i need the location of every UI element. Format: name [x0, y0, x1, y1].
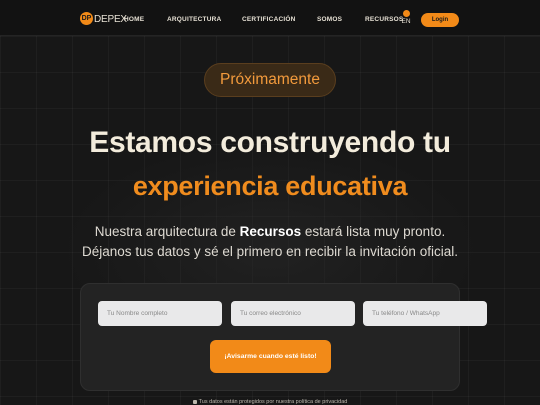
signup-form-card: Tu Nombre completo Tu correo electrónico…: [80, 283, 487, 391]
email-input[interactable]: Tu correo electrónico: [231, 301, 355, 326]
coming-soon-badge: Próximamente: [204, 63, 336, 97]
language-flag-icon: [402, 10, 410, 17]
hero-headline-accent: experiencia educativa: [132, 171, 408, 201]
language-switcher[interactable]: EN: [400, 10, 412, 25]
subtitle-prefix: Nuestra arquitectura de: [94, 224, 240, 239]
lock-icon: [192, 399, 197, 404]
privacy-note: Tus datos están protegidos por nuestra p…: [0, 399, 540, 405]
hero-headline: Estamos construyendo tu: [89, 126, 451, 159]
nav-item-certificacion[interactable]: CERTIFICACIÓN: [242, 16, 296, 23]
top-navbar: DP DEPEX HOME ARQUITECTURA CERTIFICACIÓN…: [0, 0, 540, 36]
phone-input[interactable]: Tu teléfono / WhatsApp: [363, 301, 487, 326]
logo-mark-icon: DP: [80, 12, 93, 25]
login-button[interactable]: Login: [421, 13, 459, 27]
brand-name: DEPEX: [94, 14, 127, 25]
nav-item-home[interactable]: HOME: [124, 16, 144, 23]
notify-me-button[interactable]: ¡Avisarme cuando esté listo!: [210, 340, 331, 373]
brand-logo[interactable]: DP DEPEX: [80, 12, 127, 25]
subtitle-suffix: estará lista muy pronto.: [301, 224, 446, 239]
name-input[interactable]: Tu Nombre completo: [98, 301, 222, 326]
nav-item-arquitectura[interactable]: ARQUITECTURA: [167, 16, 221, 23]
privacy-text: Tus datos están protegidos por nuestra p…: [198, 399, 348, 405]
nav-item-somos[interactable]: SOMOS: [317, 16, 342, 23]
subtitle-bold: Recursos: [239, 224, 302, 239]
hero-subtitle-line-2: Déjanos tus datos y sé el primero en rec…: [82, 244, 458, 259]
nav-item-recursos[interactable]: RECURSOS: [365, 16, 403, 23]
language-label: EN: [401, 18, 411, 25]
hero-subtitle-line-1: Nuestra arquitectura de Recursos estará …: [0, 224, 540, 239]
